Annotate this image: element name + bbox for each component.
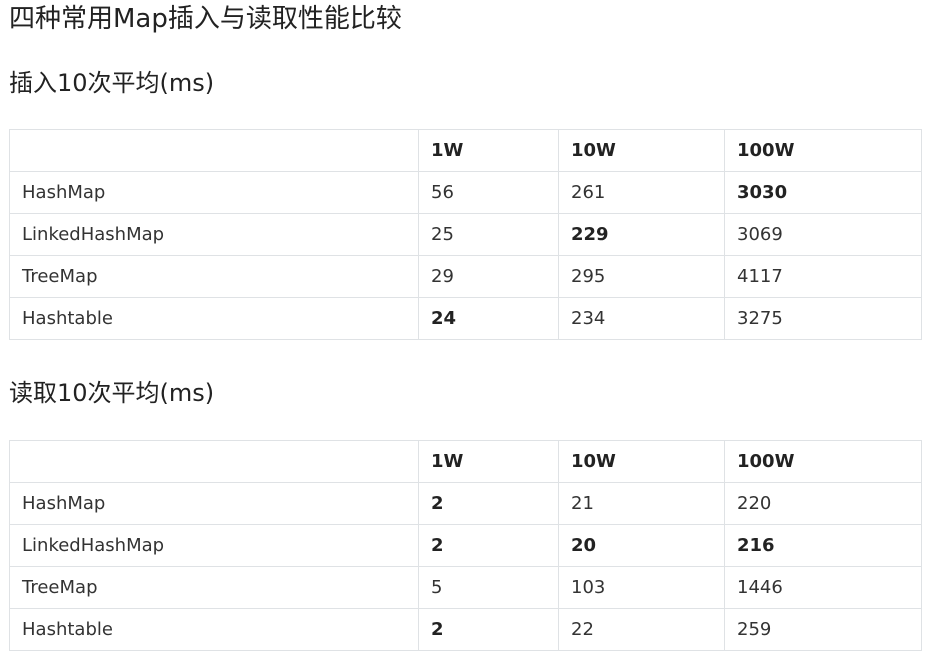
value-cell-100w: 1446 bbox=[724, 566, 922, 609]
read-section-heading: 读取10次平均(ms) bbox=[9, 379, 215, 407]
column-header-10w: 10W bbox=[558, 440, 725, 483]
value-cell-1w: 2 bbox=[418, 524, 559, 567]
table-row: Hashtable 24 234 3275 bbox=[9, 297, 922, 340]
value-cell-10w: 295 bbox=[558, 255, 725, 298]
table-header-row: 1W 10W 100W bbox=[9, 129, 922, 172]
column-header-1w: 1W bbox=[418, 129, 559, 172]
map-name-cell: TreeMap bbox=[9, 566, 419, 609]
read-table-body: HashMap 2 21 220 LinkedHashMap 2 20 216 … bbox=[9, 482, 922, 651]
value-cell-10w: 103 bbox=[558, 566, 725, 609]
table-row: LinkedHashMap 25 229 3069 bbox=[9, 213, 922, 256]
map-name-cell: Hashtable bbox=[9, 297, 419, 340]
column-header-100w: 100W bbox=[724, 440, 922, 483]
value-cell-100w: 259 bbox=[724, 608, 922, 651]
table-row: TreeMap 29 295 4117 bbox=[9, 255, 922, 298]
table-row: Hashtable 2 22 259 bbox=[9, 608, 922, 651]
map-name-cell: Hashtable bbox=[9, 608, 419, 651]
insert-table-body: HashMap 56 261 3030 LinkedHashMap 25 229… bbox=[9, 171, 922, 340]
column-header-name bbox=[9, 129, 419, 172]
map-name-cell: LinkedHashMap bbox=[9, 524, 419, 567]
value-cell-1w: 2 bbox=[418, 608, 559, 651]
insert-performance-table: 1W 10W 100W HashMap 56 261 3030 LinkedHa… bbox=[9, 129, 922, 340]
map-name-cell: HashMap bbox=[9, 171, 419, 214]
value-cell-10w: 22 bbox=[558, 608, 725, 651]
map-name-cell: LinkedHashMap bbox=[9, 213, 419, 256]
value-cell-1w: 56 bbox=[418, 171, 559, 214]
value-cell-1w: 2 bbox=[418, 482, 559, 525]
map-name-cell: HashMap bbox=[9, 482, 419, 525]
value-cell-10w: 21 bbox=[558, 482, 725, 525]
value-cell-100w: 216 bbox=[724, 524, 922, 567]
value-cell-10w: 20 bbox=[558, 524, 725, 567]
value-cell-100w: 220 bbox=[724, 482, 922, 525]
table-header-row: 1W 10W 100W bbox=[9, 440, 922, 483]
value-cell-10w: 261 bbox=[558, 171, 725, 214]
insert-section-heading: 插入10次平均(ms) bbox=[9, 69, 215, 97]
document-page: 四种常用Map插入与读取性能比较 插入10次平均(ms) 1W 10W 100W… bbox=[0, 0, 936, 667]
table-row: LinkedHashMap 2 20 216 bbox=[9, 524, 922, 567]
value-cell-100w: 3069 bbox=[724, 213, 922, 256]
value-cell-100w: 3030 bbox=[724, 171, 922, 214]
map-name-cell: TreeMap bbox=[9, 255, 419, 298]
column-header-10w: 10W bbox=[558, 129, 725, 172]
column-header-100w: 100W bbox=[724, 129, 922, 172]
value-cell-100w: 3275 bbox=[724, 297, 922, 340]
value-cell-1w: 24 bbox=[418, 297, 559, 340]
table-row: HashMap 56 261 3030 bbox=[9, 171, 922, 214]
value-cell-100w: 4117 bbox=[724, 255, 922, 298]
page-title: 四种常用Map插入与读取性能比较 bbox=[9, 4, 402, 34]
value-cell-1w: 29 bbox=[418, 255, 559, 298]
table-row: HashMap 2 21 220 bbox=[9, 482, 922, 525]
read-performance-table: 1W 10W 100W HashMap 2 21 220 LinkedHashM… bbox=[9, 440, 922, 651]
column-header-1w: 1W bbox=[418, 440, 559, 483]
value-cell-1w: 5 bbox=[418, 566, 559, 609]
value-cell-10w: 229 bbox=[558, 213, 725, 256]
table-row: TreeMap 5 103 1446 bbox=[9, 566, 922, 609]
column-header-name bbox=[9, 440, 419, 483]
value-cell-1w: 25 bbox=[418, 213, 559, 256]
value-cell-10w: 234 bbox=[558, 297, 725, 340]
